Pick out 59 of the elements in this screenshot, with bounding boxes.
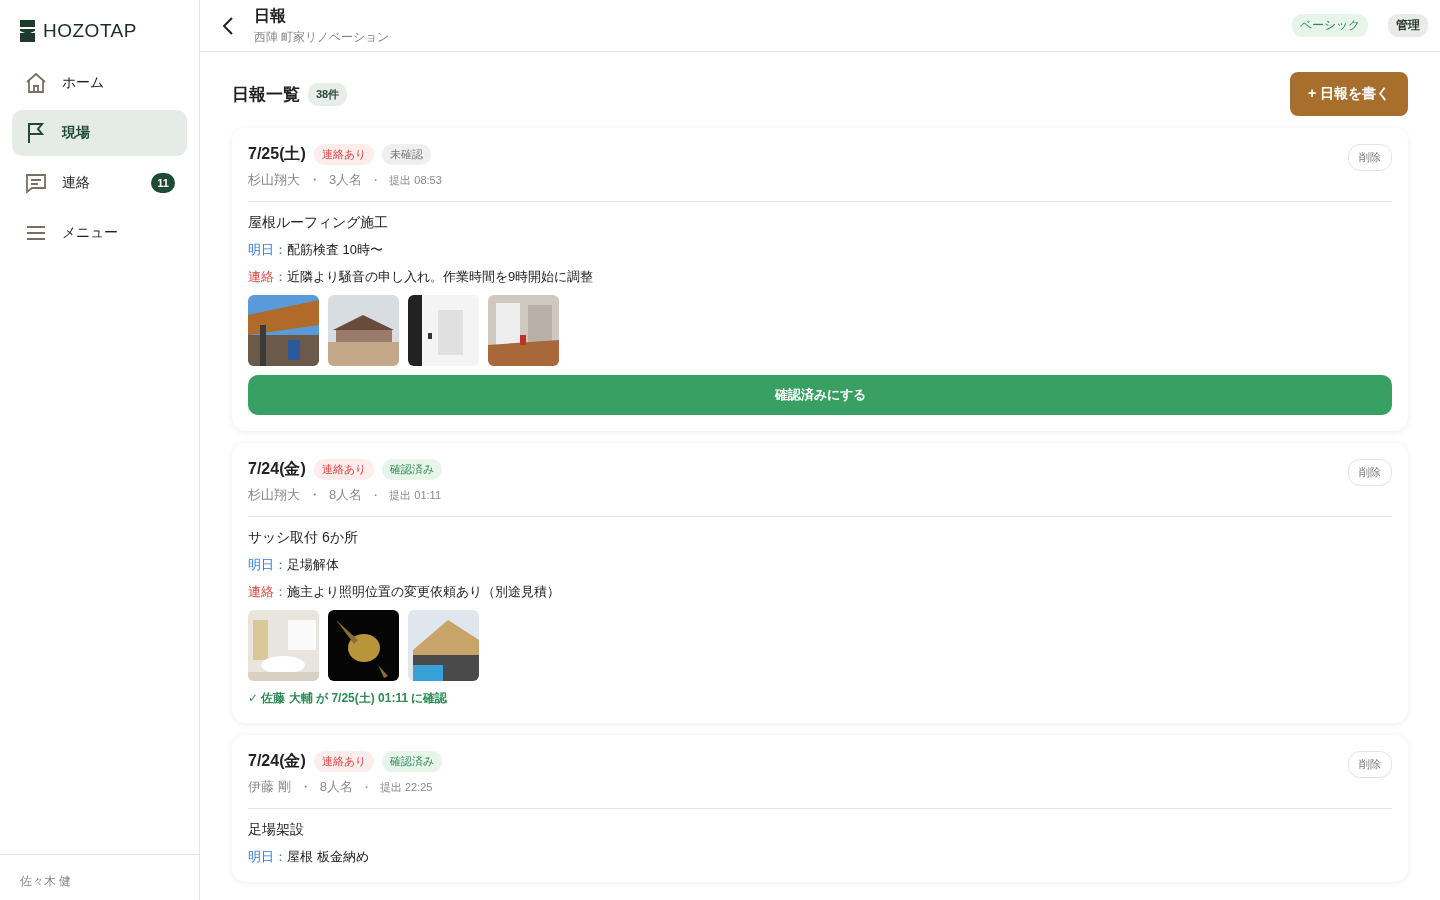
status-tag: 未確認 [381,144,431,165]
work-summary: サッシ取付 6か所 [248,529,359,547]
report-date: 7/24(金) [248,459,306,479]
unread-count: 11 [151,173,175,193]
back-icon[interactable] [222,16,234,35]
page-title: 日報 [254,5,287,26]
plan-badge: ベーシック [1292,14,1368,37]
submit-time: 提出 01:11 [389,488,441,503]
nav-label: 現場 [62,124,91,142]
worker-count: 3人名 [329,171,363,189]
status-tag: 確認済み [381,751,442,772]
submit-time: 提出 22:25 [379,780,433,795]
separator-dot: ・ [308,486,321,504]
status-tag: 連絡あり [313,751,374,772]
new-report-button[interactable]: + 日報を書く [1289,72,1408,116]
logo-icon [20,20,35,42]
separator-dot: ・ [370,173,382,188]
report-date: 7/24(金) [248,751,306,771]
nav-item[interactable]: 現場 [12,110,187,156]
delete-button[interactable]: 削除 [1348,751,1392,778]
tomorrow-note: 明日：屋根 板金納め [248,848,370,866]
status-tag: 確認済み [381,459,442,480]
work-summary: 屋根ルーフィング施工 [248,214,389,232]
author-name: 杉山翔大 [248,171,300,189]
author-name: 杉山翔大 [248,486,300,504]
submit-time: 提出 08:53 [389,173,442,188]
confirm-button[interactable]: 確認済みにする [248,375,1392,415]
nav-item[interactable]: メニュー [12,210,187,256]
report-count: 38件 [308,82,348,106]
contact-note: 連絡：施主より照明位置の変更依頼あり（別途見積） [248,583,561,601]
nav-label: ホーム [62,74,105,92]
separator-dot: ・ [370,488,382,503]
list-title: 日報一覧 [232,83,300,106]
brand-name: HOZOTAP [43,20,137,42]
role-badge: 管理 [1388,14,1428,37]
report-date: 7/25(土) [248,144,306,164]
contact-note: 連絡：近隣より騒音の申し入れ。作業時間を9時開始に調整 [248,268,595,286]
message-icon [24,171,48,195]
separator-dot: ・ [298,778,312,796]
work-summary: 足場架設 [248,821,305,839]
tomorrow-note: 明日：配筋検査 10時〜 [248,241,385,259]
delete-button[interactable]: 削除 [1348,144,1392,171]
confirmed-note: ✓ 佐藤 大輔 が 7/25(土) 01:11 に確認 [248,690,449,707]
status-tag: 連絡あり [313,459,374,480]
status-tag: 連絡あり [313,144,374,165]
author-name: 伊藤 剛 [248,778,291,796]
delete-button[interactable]: 削除 [1348,459,1392,486]
project-name: 西陣 町家リノベーション [254,28,391,46]
user-name: 佐々木 健 [20,874,72,888]
separator-dot: ・ [360,780,372,795]
separator-dot: ・ [308,171,321,189]
nav-item[interactable]: ホーム [12,60,187,106]
home-icon [24,71,48,95]
tomorrow-note: 明日：足場解体 [248,556,340,574]
nav-label: 連絡 [62,174,91,192]
worker-count: 8人名 [329,486,363,504]
worker-count: 8人名 [319,778,353,796]
nav-item[interactable]: 連絡 11 [12,160,187,206]
nav-label: メニュー [62,224,119,242]
